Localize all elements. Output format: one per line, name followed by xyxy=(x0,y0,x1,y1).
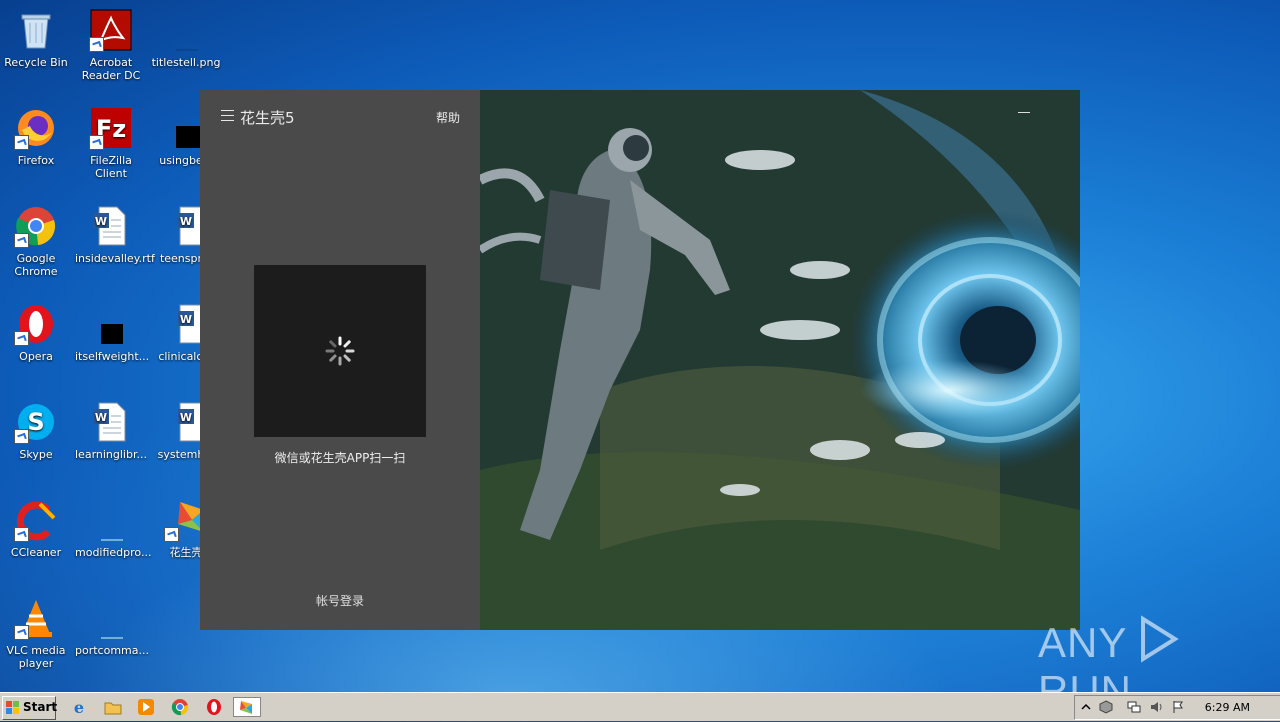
media-player-icon xyxy=(138,699,154,715)
desktop-icon-insidevalley[interactable]: W insidevalley.rtf xyxy=(75,204,155,265)
shortcut-arrow-icon xyxy=(14,625,29,640)
svg-text:e: e xyxy=(74,698,84,716)
desktop-icon-filezilla[interactable]: Fz FileZilla Client xyxy=(75,106,147,180)
desktop-icon-ccleaner[interactable]: CCleaner xyxy=(0,498,72,559)
desktop-icon-label: portcomma... xyxy=(75,644,149,657)
desktop-icon-label: learninglibr... xyxy=(75,448,147,461)
desktop-icon-skype[interactable]: S Skype xyxy=(0,400,72,461)
image-file-icon xyxy=(164,8,208,52)
desktop-icon-vlc[interactable]: VLC media player xyxy=(0,596,72,670)
ccleaner-icon xyxy=(14,498,58,542)
shortcut-arrow-icon xyxy=(89,135,104,150)
svg-text:S: S xyxy=(27,408,44,436)
blank-file-icon xyxy=(89,498,133,542)
internet-explorer-icon: e xyxy=(74,698,84,717)
chrome-icon xyxy=(14,204,58,248)
desktop-icon-itselfweight[interactable]: itselfweight... xyxy=(75,302,150,363)
play-triangle-icon xyxy=(1141,615,1180,663)
desktop-icon-label: itselfweight... xyxy=(75,350,150,363)
vlc-cone-icon xyxy=(14,596,58,640)
shortcut-arrow-icon xyxy=(14,233,29,248)
loading-spinner-icon xyxy=(325,336,355,366)
desktop-icon-portcomma[interactable]: portcomma... xyxy=(75,596,149,657)
word-document-icon: W xyxy=(89,400,133,444)
help-link[interactable]: 帮助 xyxy=(436,109,460,126)
action-center-flag-icon[interactable] xyxy=(1171,700,1185,714)
show-hidden-icons-chevron-icon[interactable] xyxy=(1079,700,1093,714)
svg-text:W: W xyxy=(95,411,107,424)
desktop-icon-acrobat[interactable]: Acrobat Reader DC xyxy=(75,8,147,82)
desktop-icon-modifiedpro[interactable]: modifiedpro... xyxy=(75,498,152,559)
desktop-icon-label: Recycle Bin xyxy=(4,56,68,69)
word-document-icon: W xyxy=(89,204,133,248)
taskbar-ie-button[interactable]: e xyxy=(68,697,90,717)
desktop-icon-learninglibr[interactable]: W learninglibr... xyxy=(75,400,147,461)
svg-text:W: W xyxy=(95,215,107,228)
svg-text:W: W xyxy=(180,313,192,326)
desktop-icon-label: insidevalley.rtf xyxy=(75,252,155,265)
account-login-link[interactable]: 帐号登录 xyxy=(200,592,480,609)
desktop-icon-label: Opera xyxy=(19,350,53,363)
shortcut-arrow-icon xyxy=(164,527,179,542)
taskbar-huashengke-button[interactable] xyxy=(233,697,261,717)
desktop-icon-label: Firefox xyxy=(17,154,55,167)
login-panel: 花生壳5 帮助 微信或花生壳APP扫一扫 帐号登录 xyxy=(200,90,480,630)
desktop-icon-opera[interactable]: Opera xyxy=(0,302,72,363)
opera-icon xyxy=(207,699,221,715)
desktop-icon-google-chrome[interactable]: Google Chrome xyxy=(0,204,72,278)
shortcut-arrow-icon xyxy=(14,331,29,346)
scan-hint-text: 微信或花生壳APP扫一扫 xyxy=(274,451,406,465)
svg-text:W: W xyxy=(180,215,192,228)
filezilla-icon: Fz xyxy=(89,106,133,150)
desktop-icon-firefox[interactable]: Firefox xyxy=(0,106,72,167)
desktop-icon-label: VLC media player xyxy=(6,644,66,670)
desktop-icon-label: Google Chrome xyxy=(14,252,58,278)
blank-file-icon xyxy=(89,596,133,640)
taskbar: Start e 6:29 AM xyxy=(0,692,1280,721)
shortcut-arrow-icon xyxy=(14,527,29,542)
blank-file-icon xyxy=(89,302,133,346)
taskbar-clock[interactable]: 6:29 AM xyxy=(1205,701,1250,714)
volume-icon[interactable] xyxy=(1149,700,1163,714)
desktop-icon-titlestell[interactable]: titlestell.png xyxy=(150,8,222,69)
desktop-icon-label: modifiedpro... xyxy=(75,546,152,559)
start-button[interactable]: Start xyxy=(2,696,58,720)
opera-icon xyxy=(14,302,58,346)
folder-icon xyxy=(104,702,122,715)
tray-app-cube-icon[interactable] xyxy=(1099,700,1113,714)
network-icon[interactable] xyxy=(1127,700,1141,714)
chrome-icon xyxy=(171,699,189,716)
desktop-icon-label: titlestell.png xyxy=(151,56,221,69)
desktop-icon-label: Skype xyxy=(19,448,53,461)
astronaut-wormhole-artwork xyxy=(480,90,1080,630)
app-title: 花生壳5 xyxy=(240,109,295,127)
acrobat-icon xyxy=(89,8,133,52)
taskbar-media-player-button[interactable] xyxy=(135,697,157,717)
huashengke-app-window: 花生壳5 帮助 微信或花生壳APP扫一扫 帐号登录 xyxy=(200,90,1080,630)
desktop-icon-recycle-bin[interactable]: Recycle Bin xyxy=(0,8,72,69)
taskbar-opera-button[interactable] xyxy=(203,697,225,717)
system-tray: 6:29 AM xyxy=(1074,695,1280,720)
huashengke-logo-icon xyxy=(240,701,252,714)
windows-flag-icon xyxy=(6,701,19,714)
watermark-left-text: ANY xyxy=(1038,619,1127,666)
start-label: Start xyxy=(23,700,58,714)
minimize-button[interactable] xyxy=(1018,112,1030,113)
taskbar-chrome-button[interactable] xyxy=(169,697,191,717)
recycle-bin-icon xyxy=(14,8,58,52)
firefox-icon xyxy=(14,106,58,150)
desktop-icon-label: FileZilla Client xyxy=(90,154,132,180)
taskbar-explorer-button[interactable] xyxy=(102,697,124,717)
shortcut-arrow-icon xyxy=(14,429,29,444)
hamburger-menu-icon[interactable] xyxy=(221,110,235,122)
shortcut-arrow-icon xyxy=(89,37,104,52)
skype-icon: S xyxy=(14,400,58,444)
desktop-icon-label: CCleaner xyxy=(10,546,62,559)
shortcut-arrow-icon xyxy=(14,135,29,150)
svg-text:W: W xyxy=(180,411,192,424)
qr-code-area xyxy=(254,265,426,437)
desktop-icon-label: Acrobat Reader DC xyxy=(81,56,141,82)
